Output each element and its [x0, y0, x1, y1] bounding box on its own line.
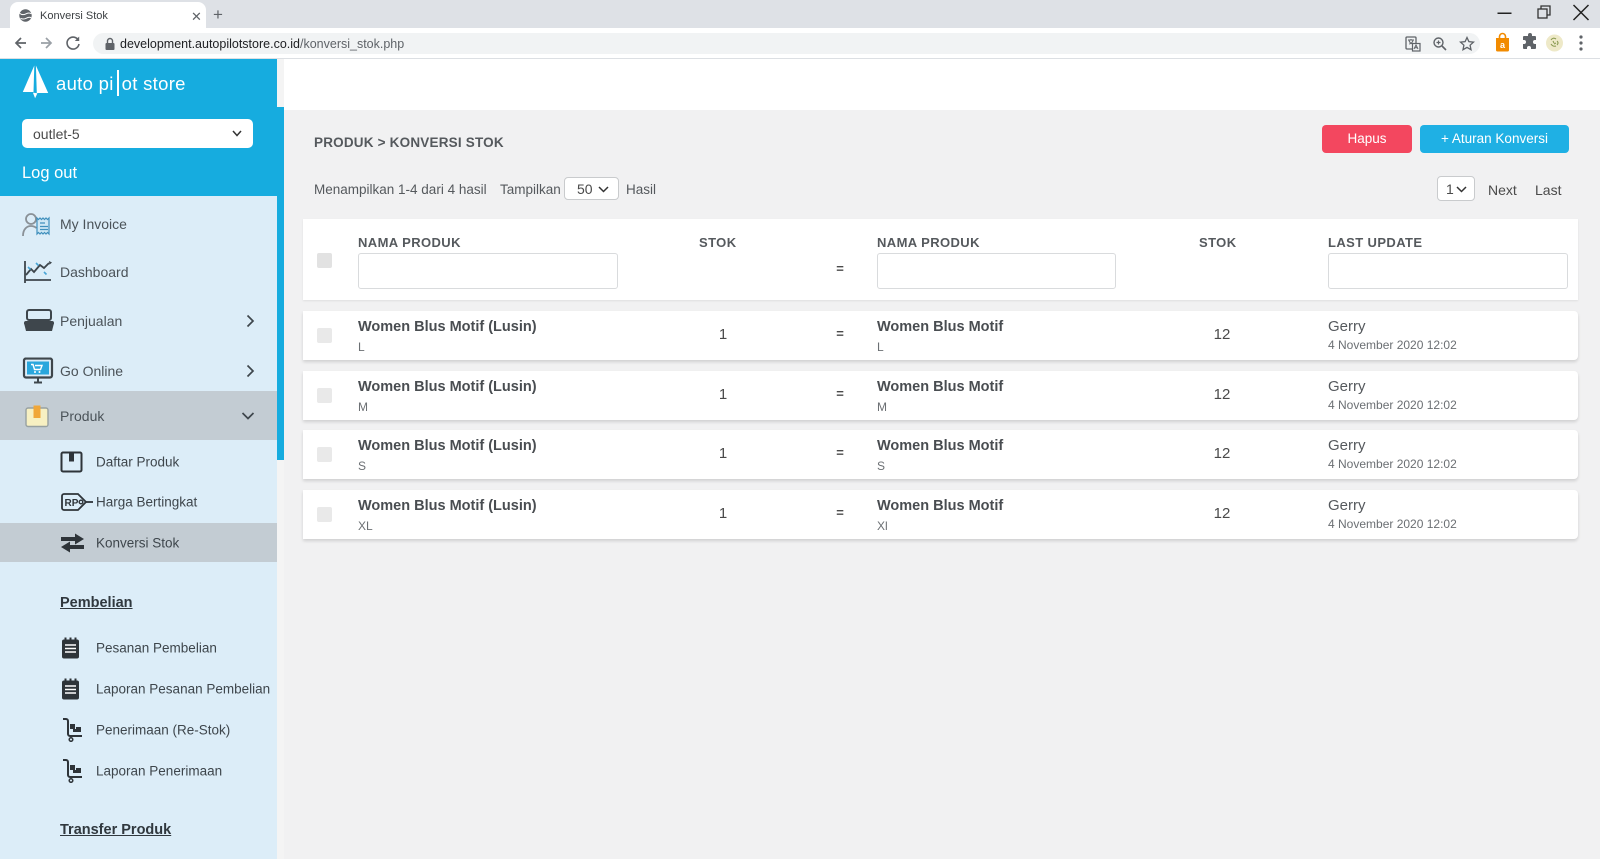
svg-text:RP: RP: [65, 498, 79, 509]
